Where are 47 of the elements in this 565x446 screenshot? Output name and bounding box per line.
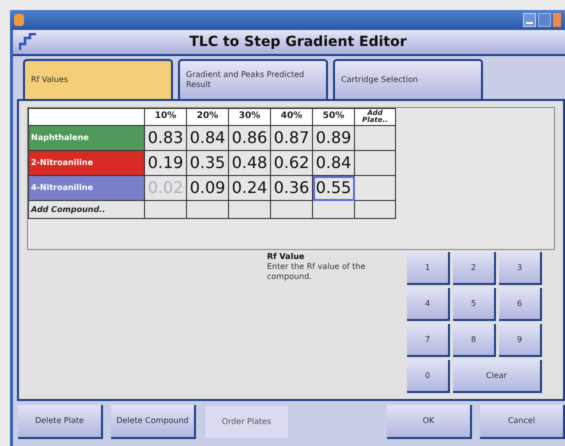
keypad-key[interactable]: 7: [407, 324, 450, 357]
keypad-key[interactable]: 4: [407, 288, 450, 321]
keypad-key[interactable]: 1: [407, 252, 450, 285]
keypad-key[interactable]: 8: [453, 324, 496, 357]
table-cell[interactable]: 0.86: [228, 126, 270, 150]
app-icon: [14, 14, 24, 26]
column-header: 20%: [186, 108, 228, 126]
table-cell[interactable]: 0.55: [312, 176, 354, 200]
compound-name[interactable]: 4-Nitroaniline: [28, 176, 144, 200]
table-cell[interactable]: 0.36: [270, 176, 312, 200]
table-cell[interactable]: 0.19: [144, 150, 186, 176]
steps-icon: [19, 33, 37, 51]
keypad-key[interactable]: 2: [453, 252, 496, 285]
keypad-key[interactable]: 5: [453, 288, 496, 321]
table-cell[interactable]: 0.89: [312, 126, 354, 150]
dialog-button[interactable]: OK: [387, 405, 472, 439]
column-header: 40%: [270, 108, 312, 126]
table-cell[interactable]: 0.83: [144, 126, 186, 150]
keypad-key[interactable]: 3: [499, 252, 542, 285]
maximize-icon[interactable]: [538, 13, 551, 27]
table-cell[interactable]: 0.35: [186, 150, 228, 176]
dialog-button[interactable]: Cancel: [480, 405, 565, 439]
keypad-key[interactable]: Clear: [453, 360, 542, 393]
keypad-key[interactable]: 0: [407, 360, 450, 393]
tab[interactable]: Cartridge Selection: [333, 59, 483, 99]
table-cell[interactable]: 0.84: [186, 126, 228, 150]
table-cell[interactable]: 0.24: [228, 176, 270, 200]
add-compound-link[interactable]: Add Compound..: [28, 200, 144, 218]
table-cell[interactable]: 0.62: [270, 150, 312, 176]
window-title: TLC to Step Gradient Editor: [188, 32, 408, 52]
action-button[interactable]: Delete Plate: [18, 405, 103, 439]
tab[interactable]: Rf Values: [23, 59, 173, 99]
table-cell[interactable]: 0.84: [312, 150, 354, 176]
help-text: Enter the Rf value of the compound.: [267, 262, 366, 282]
table-cell[interactable]: 0.48: [228, 150, 270, 176]
column-header: 30%: [228, 108, 270, 126]
action-button[interactable]: Delete Compound: [111, 405, 196, 439]
table-cell[interactable]: 0.09: [186, 176, 228, 200]
column-header: 50%: [312, 108, 354, 126]
keypad-key[interactable]: 6: [499, 288, 542, 321]
minimize-icon[interactable]: [523, 13, 536, 27]
help-title: Rf Value: [267, 252, 306, 262]
tab[interactable]: Gradient and Peaks Predicted Result: [178, 59, 328, 99]
compound-name[interactable]: 2-Nitroaniline: [28, 150, 144, 176]
column-header: 10%: [144, 108, 186, 126]
keypad-key[interactable]: 9: [499, 324, 542, 357]
table-cell[interactable]: 0.87: [270, 126, 312, 150]
